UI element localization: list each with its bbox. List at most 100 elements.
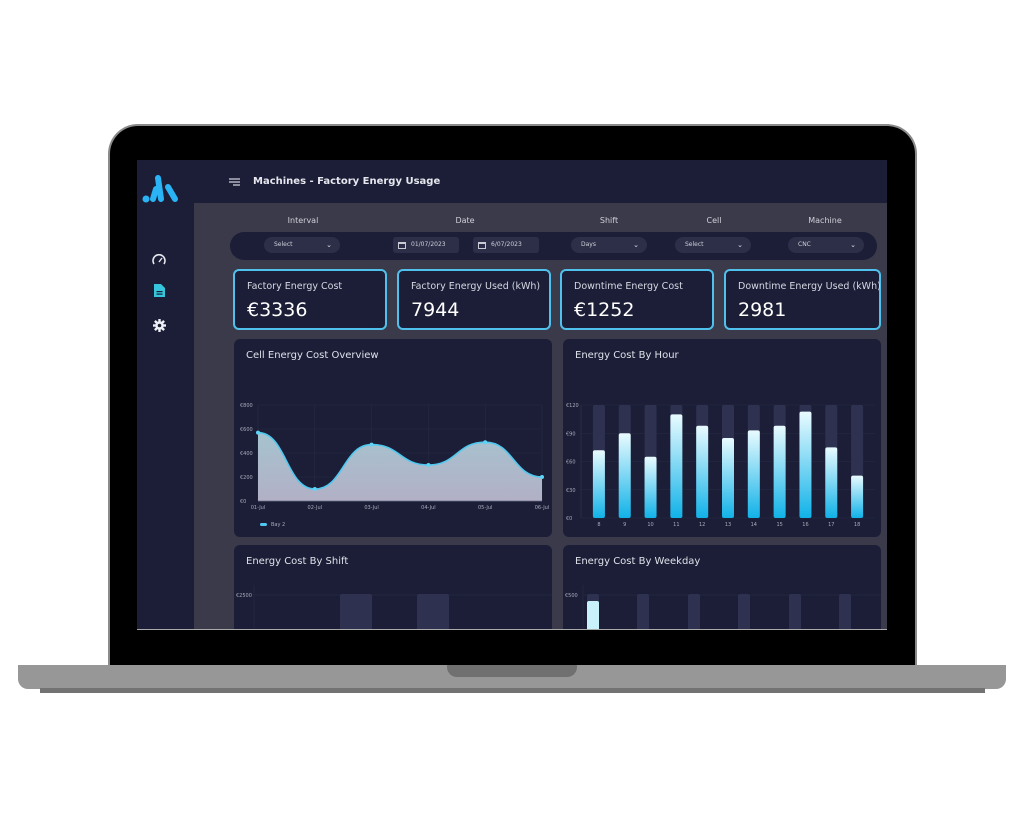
machine-select[interactable]: CNC ⌄ <box>788 237 864 253</box>
bar-background <box>839 594 851 629</box>
bar-chart: €0 €30 €60 €90 €120 8 9 10 11 12 13 14 15 16 17 18 <box>566 403 875 528</box>
hamburger-menu-icon[interactable] <box>229 178 240 186</box>
top-bar: Machines - Factory Energy Usage <box>194 160 887 203</box>
bar-background <box>789 594 801 629</box>
area-fill <box>258 432 542 501</box>
y-tick-label: €90 <box>566 431 576 437</box>
x-tick-label: 12 <box>699 522 705 528</box>
interval-select[interactable]: Select ⌄ <box>264 237 340 253</box>
x-tick-label: 10 <box>647 522 653 528</box>
kpi-card-downtime-energy-used: Downtime Energy Used (kWh) 2981 <box>724 269 881 330</box>
x-tick-label: 9 <box>623 522 626 528</box>
chevron-down-icon: ⌄ <box>633 241 639 249</box>
kpi-value: 2981 <box>738 299 787 321</box>
y-tick-label: €60 <box>566 460 576 466</box>
bar-background <box>637 594 649 629</box>
app-screen: Machines - Factory Energy Usage Interval… <box>137 160 887 630</box>
calendar-icon <box>478 242 486 249</box>
legend-label: Bay 2 <box>271 522 285 528</box>
bar <box>644 456 657 518</box>
data-point <box>483 440 488 445</box>
x-tick-label: 11 <box>673 522 679 528</box>
x-tick-label: 05-Jul <box>478 505 492 511</box>
x-tick-label: 14 <box>751 522 757 528</box>
kpi-title: Factory Energy Cost <box>247 281 343 292</box>
kpi-card-factory-energy-used: Factory Energy Used (kWh) 7944 <box>397 269 551 330</box>
date-to-input[interactable]: 6/07/2023 <box>473 237 539 253</box>
bar <box>696 425 709 518</box>
y-tick-label: €600 <box>240 427 253 433</box>
energy-cost-by-hour-card: Energy Cost By Hour €0 €30 €60 €90 €120 8 9 10 1… <box>563 339 881 537</box>
data-point <box>256 430 260 435</box>
y-tick-label: €120 <box>566 403 579 409</box>
data-point <box>426 463 431 467</box>
y-tick-label: €0 <box>240 499 246 505</box>
x-tick-label: 13 <box>725 522 731 528</box>
date-from-input[interactable]: 01/07/2023 <box>393 237 459 253</box>
x-tick-label: 02-Jul <box>308 505 322 511</box>
shift-label: Shift <box>599 216 619 225</box>
shift-select[interactable]: Days ⌄ <box>571 237 647 253</box>
y-tick-label: €800 <box>240 403 253 409</box>
area-chart: €0 €200 €400 €600 €800 01-Jul 02-Jul 03-Jul 04-J… <box>240 403 549 528</box>
energy-cost-by-shift-card: Energy Cost By Shift €2500 <box>234 545 552 629</box>
date-to-value: 6/07/2023 <box>491 241 522 248</box>
chevron-down-icon: ⌄ <box>737 241 743 249</box>
kpi-title: Downtime Energy Used (kWh) <box>738 281 881 292</box>
bar <box>722 437 734 518</box>
bar <box>340 594 372 629</box>
calendar-icon <box>398 242 406 249</box>
page-title: Machines - Factory Energy Usage <box>253 176 441 187</box>
x-tick-label: 18 <box>854 522 860 528</box>
machine-label: Machine <box>808 216 842 225</box>
cell-select-value: Select <box>685 241 704 248</box>
bar <box>825 447 838 518</box>
app-logo <box>142 175 178 203</box>
kpi-title: Downtime Energy Cost <box>574 281 683 292</box>
date-from-value: 01/07/2023 <box>411 241 446 248</box>
laptop-notch <box>447 665 577 677</box>
sidebar <box>137 160 194 629</box>
kpi-card-downtime-energy-cost: Downtime Energy Cost €1252 <box>560 269 714 330</box>
x-tick-label: 16 <box>802 522 808 528</box>
y-tick-label: €30 <box>566 488 576 494</box>
chevron-down-icon: ⌄ <box>850 241 856 249</box>
kpi-value: 7944 <box>411 299 460 321</box>
data-point <box>369 442 374 447</box>
machine-select-value: CNC <box>798 241 811 248</box>
bar <box>592 450 605 518</box>
x-tick-label: 04-Jul <box>421 505 435 511</box>
gear-icon[interactable] <box>151 317 167 333</box>
x-tick-label: 06-Jul <box>535 505 549 511</box>
document-icon[interactable] <box>151 282 167 298</box>
y-tick-label: €500 <box>565 593 578 599</box>
legend-swatch <box>260 523 267 526</box>
y-tick-label: €2500 <box>236 593 252 599</box>
data-point <box>312 487 317 491</box>
bar <box>618 433 631 518</box>
speedometer-icon[interactable] <box>151 252 167 268</box>
data-point <box>540 475 544 479</box>
cell-select[interactable]: Select ⌄ <box>675 237 751 253</box>
bar <box>851 475 864 518</box>
shift-chart: €2500 <box>236 585 552 629</box>
shift-select-value: Days <box>581 241 596 248</box>
bar-background <box>688 594 700 629</box>
bar <box>417 594 449 629</box>
y-tick-label: €0 <box>566 516 572 522</box>
kpi-value: €3336 <box>247 299 308 321</box>
date-label: Date <box>455 216 475 225</box>
interval-label: Interval <box>287 216 319 225</box>
kpi-card-factory-energy-cost: Factory Energy Cost €3336 <box>233 269 387 330</box>
bar <box>773 425 786 518</box>
bar <box>670 414 683 518</box>
kpi-value: €1252 <box>574 299 635 321</box>
bar <box>747 430 760 518</box>
weekday-chart: €500 <box>565 585 881 629</box>
y-tick-label: €200 <box>240 475 253 481</box>
x-tick-label: 15 <box>776 522 782 528</box>
x-tick-label: 17 <box>828 522 834 528</box>
energy-cost-by-weekday-card: Energy Cost By Weekday €500 <box>563 545 881 629</box>
chevron-down-icon: ⌄ <box>326 241 332 249</box>
interval-select-value: Select <box>274 241 293 248</box>
